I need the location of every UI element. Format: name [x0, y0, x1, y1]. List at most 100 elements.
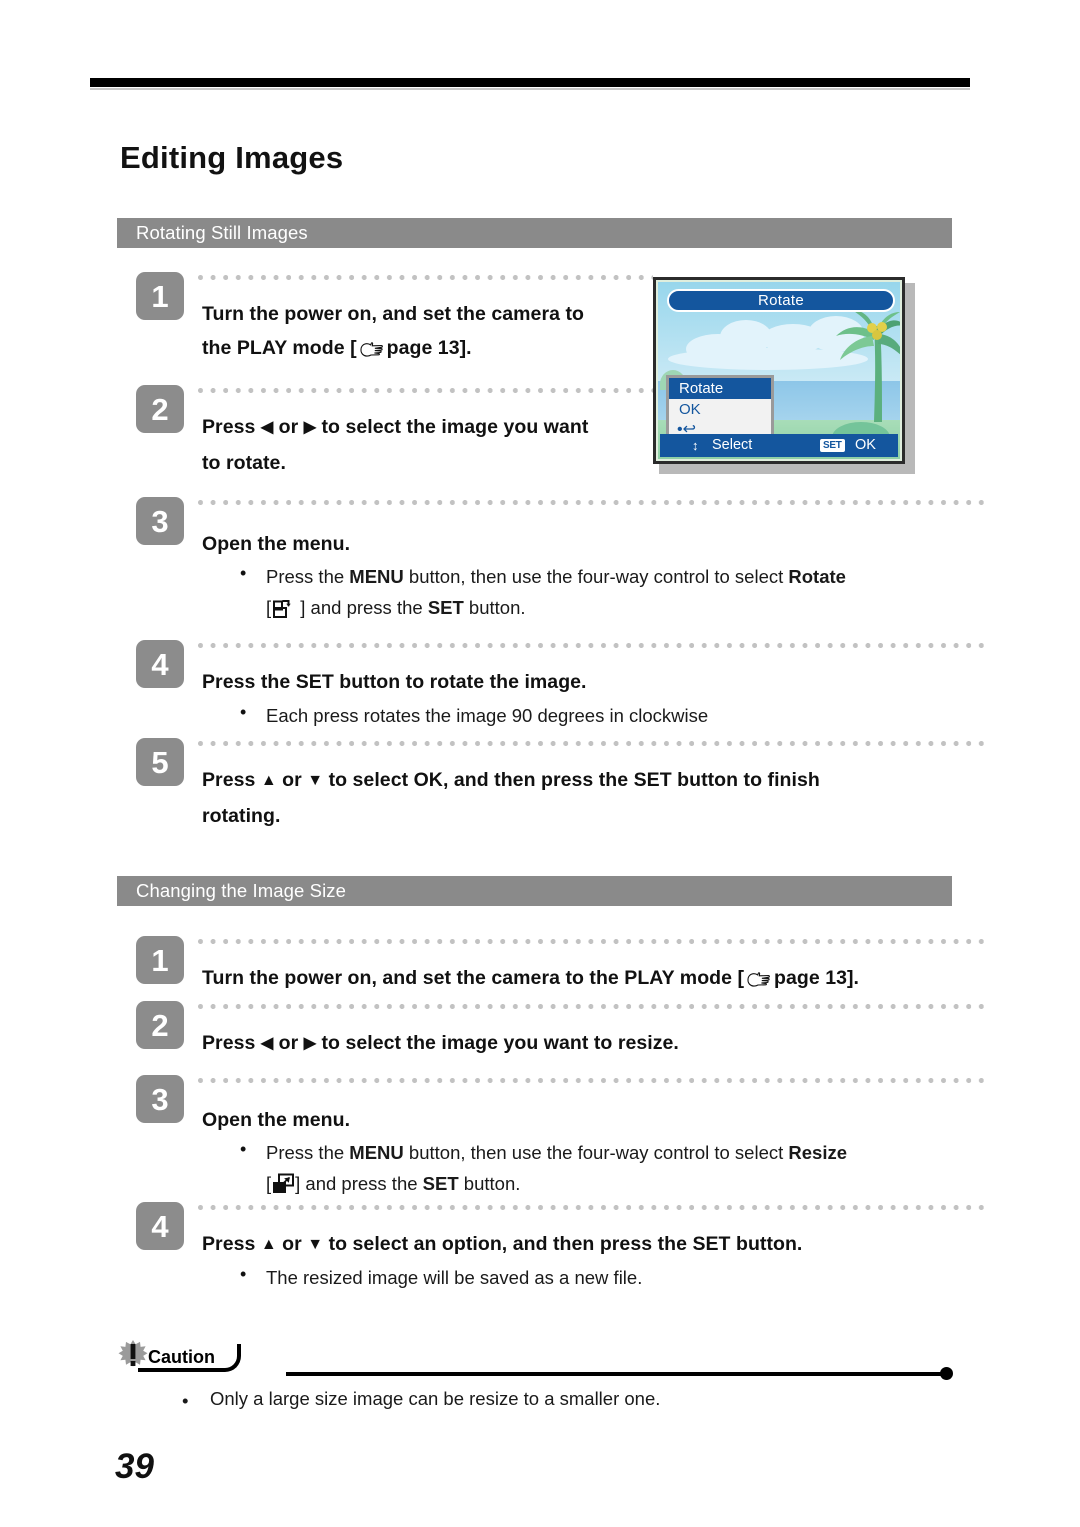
step-text-post: to select an option, and then press the …: [328, 1233, 803, 1255]
step-text-line2: rotating.: [202, 805, 281, 827]
arrow-up-icon: ▲: [260, 772, 277, 789]
step-text-line2: to rotate.: [202, 452, 286, 474]
lcd-inner: Rotate Rotate OK •↩ ↕ Select SET OK: [656, 280, 902, 461]
step-text-or: or: [282, 1233, 302, 1255]
caution-text: Only a large size image can be resize to…: [210, 1388, 661, 1409]
step-divider-dots: [198, 388, 653, 393]
step-text-pre: Turn the power on, and set the camera to…: [202, 967, 745, 989]
manual-page: Editing Images Rotating Still Images 1 T…: [0, 0, 1080, 1527]
rotate-icon: [273, 600, 291, 618]
caution-rule: [286, 1372, 946, 1376]
page-title: Editing Images: [120, 140, 344, 175]
step-text-post: to select the image you want to resize.: [321, 1032, 679, 1054]
bullet-line2-end: button.: [463, 597, 526, 618]
step-text-line1: Turn the power on, and set the camera to: [202, 303, 584, 325]
step-text: Open the menu.: [202, 1109, 351, 1131]
bullet-text: Press the MENU button, then use the four…: [266, 561, 1066, 623]
caution-block: Caution • Only a large size image can be…: [110, 1338, 953, 1411]
arrow-right-icon: ▶: [303, 419, 317, 436]
arrow-down-icon: ▼: [307, 772, 324, 789]
step-text-post: to select OK, and then press the SET but…: [328, 769, 820, 791]
step-number-badge: 2: [136, 385, 184, 433]
step-text-pre: Press: [202, 1233, 256, 1255]
step-divider-dots: [198, 643, 988, 648]
page-number: 39: [115, 1447, 154, 1486]
step-divider-dots: [198, 939, 988, 944]
step-number-badge: 1: [136, 936, 184, 984]
step-divider-dots: [198, 1078, 988, 1083]
step-number-badge: 2: [136, 1001, 184, 1049]
bullet-pre: Press the: [266, 1142, 350, 1163]
step-text: Press ◀ or ▶ to select the image you wan…: [202, 1026, 1002, 1062]
lcd-status-select: Select: [712, 437, 753, 453]
bullet-mid: button, then use the four-way control to…: [403, 566, 789, 587]
lcd-set-chip: SET: [820, 439, 845, 452]
step-text-post: page 13].: [774, 967, 860, 989]
step-text: Press ▲ or ▼ to select an option, and th…: [202, 1227, 1002, 1263]
resize-icon: [273, 1173, 295, 1193]
step-number-badge: 3: [136, 497, 184, 545]
pointing-hand-icon: [747, 972, 770, 987]
step-number-badge: 4: [136, 1202, 184, 1250]
section-header-rotating: Rotating Still Images: [117, 218, 952, 248]
pointing-hand-icon: [360, 342, 383, 357]
step-text-or: or: [278, 1032, 299, 1054]
updown-arrow-icon: ↕: [692, 438, 699, 453]
section-header-resizing: Changing the Image Size: [117, 876, 952, 906]
step-text-pre: Press: [202, 769, 256, 791]
step-text: Press ◀ or ▶ to select the image you wan…: [202, 410, 672, 480]
step-text: Turn the power on, and set the camera to…: [202, 961, 1032, 995]
menu-button-label: MENU: [349, 566, 404, 587]
bullet-text: Each press rotates the image 90 degrees …: [266, 705, 709, 726]
step-text: Press ▲ or ▼ to select OK, and then pres…: [202, 763, 1002, 833]
arrow-left-icon: ◀: [260, 1035, 274, 1052]
bullet-marker: •: [182, 1390, 189, 1411]
bullet-marker: •: [240, 563, 247, 583]
bullet-text: Press the MENU button, then use the four…: [266, 1137, 1066, 1199]
header-rule-thin: [90, 88, 970, 90]
header-rule: [90, 78, 970, 87]
bullet-line2-end: button.: [458, 1173, 521, 1194]
lcd-menu-item-rotate[interactable]: Rotate: [669, 378, 771, 399]
step-divider-dots: [198, 500, 988, 505]
bullet-marker: •: [240, 702, 247, 722]
step-divider-dots: [198, 1004, 988, 1009]
bullet-marker: •: [240, 1139, 247, 1159]
step-text-line2-pre: the PLAY mode [: [202, 337, 357, 359]
arrow-right-icon: ▶: [303, 1035, 317, 1052]
step-text-post: to select the image you want: [321, 416, 589, 438]
step-number-badge: 3: [136, 1075, 184, 1123]
step-number-badge: 5: [136, 738, 184, 786]
rotate-menu-label: Rotate: [788, 566, 846, 587]
step-number-badge: 1: [136, 272, 184, 320]
resize-menu-label: Resize: [788, 1142, 848, 1163]
step-text-or: or: [278, 416, 299, 438]
set-button-label: SET: [422, 1173, 459, 1194]
menu-button-label: MENU: [349, 1142, 404, 1163]
step-text-line2-post: page 13].: [386, 337, 472, 359]
bullet-mid: button, then use the four-way control to…: [403, 1142, 789, 1163]
bullet-text: The resized image will be saved as a new…: [266, 1267, 643, 1288]
bullet-line2-mid: ] and press the: [295, 1173, 423, 1194]
set-button-label: SET: [427, 597, 464, 618]
lcd-status-ok: OK: [855, 437, 876, 453]
step-divider-dots: [198, 1205, 988, 1210]
arrow-left-icon: ◀: [260, 419, 274, 436]
caution-label: Caution: [138, 1344, 241, 1372]
lcd-menu-item-ok[interactable]: OK: [669, 399, 771, 420]
step-divider-dots: [198, 275, 653, 280]
step-text: Press the SET button to rotate the image…: [202, 671, 587, 693]
lcd-title-bar: Rotate: [667, 289, 895, 312]
palm-tree-icon: [836, 310, 900, 422]
caution-end-dot: [940, 1367, 953, 1380]
step-text-pre: Press: [202, 416, 256, 438]
lcd-status-bar: ↕ Select SET OK: [660, 434, 898, 457]
step-text-pre: Press: [202, 1032, 256, 1054]
step-number-badge: 4: [136, 640, 184, 688]
step-text: Turn the power on, and set the camera to…: [202, 297, 662, 365]
bullet-marker: •: [240, 1264, 247, 1284]
camera-lcd-screenshot: Rotate Rotate OK •↩ ↕ Select SET OK: [653, 277, 915, 474]
lcd-frame: Rotate Rotate OK •↩ ↕ Select SET OK: [653, 277, 905, 464]
bullet-pre: Press the: [266, 566, 350, 587]
arrow-up-icon: ▲: [260, 1236, 277, 1253]
